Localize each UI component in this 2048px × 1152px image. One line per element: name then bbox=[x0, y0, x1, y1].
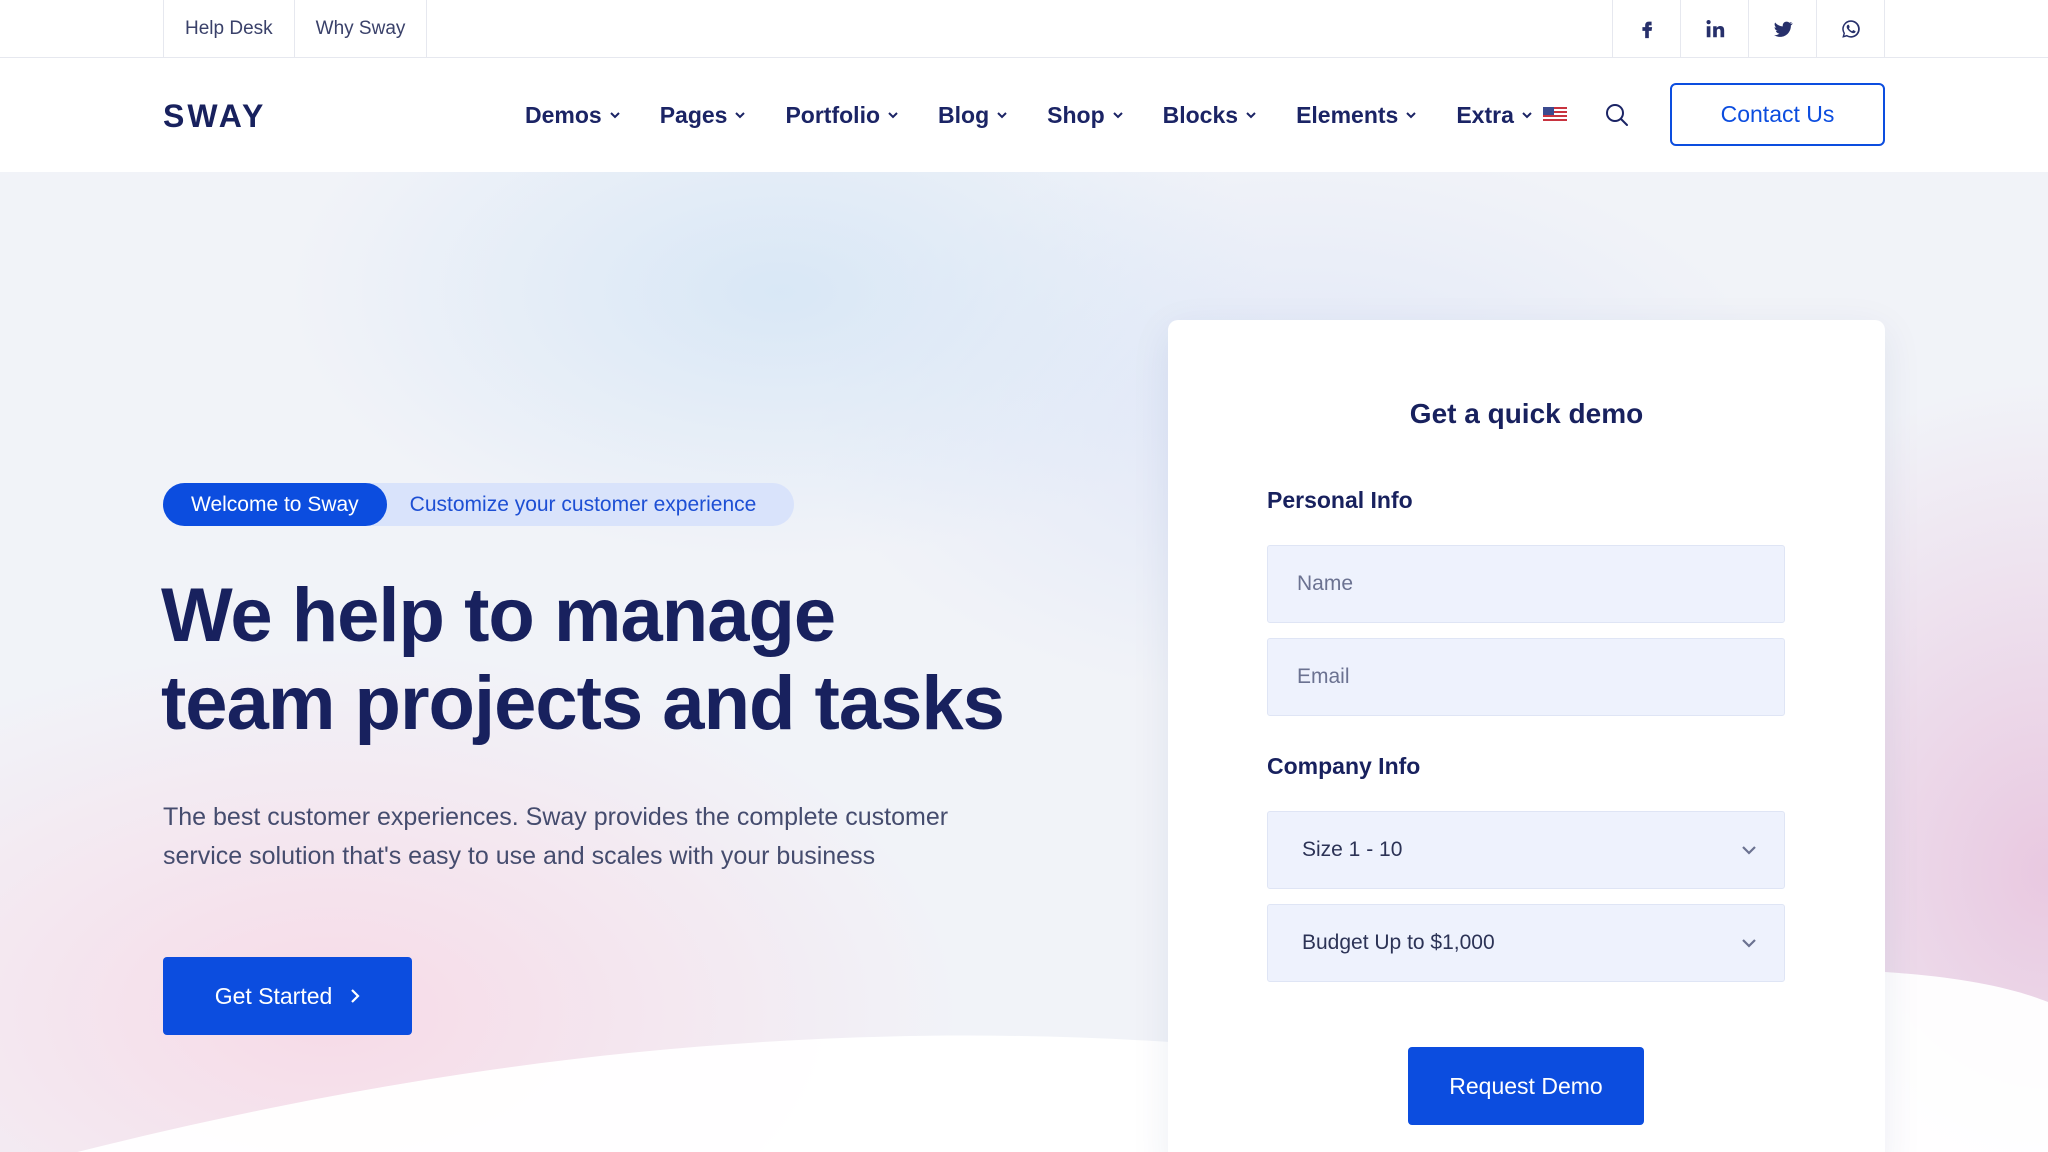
help-desk-link[interactable]: Help Desk bbox=[164, 0, 295, 57]
facebook-icon[interactable] bbox=[1613, 0, 1681, 57]
search-icon[interactable] bbox=[1604, 102, 1630, 128]
chevron-down-icon bbox=[1246, 112, 1256, 119]
chevron-down-icon bbox=[1742, 846, 1756, 855]
topbar-links: Help Desk Why Sway bbox=[163, 0, 428, 57]
us-flag-icon[interactable] bbox=[1543, 107, 1567, 123]
chevron-down-icon bbox=[609, 112, 620, 119]
chevron-down-icon bbox=[1112, 112, 1123, 119]
get-started-button[interactable]: Get Started bbox=[163, 957, 412, 1035]
nav-label: Shop bbox=[1047, 101, 1105, 128]
request-demo-button[interactable]: Request Demo bbox=[1408, 1047, 1644, 1125]
chevron-right-icon bbox=[351, 989, 360, 1003]
site-logo[interactable]: SWAY bbox=[163, 98, 266, 135]
quick-demo-card: Get a quick demo Personal Info Company I… bbox=[1168, 320, 1885, 1152]
nav-item-pages[interactable]: Pages bbox=[660, 102, 747, 129]
twitter-icon[interactable] bbox=[1749, 0, 1817, 57]
nav-label: Elements bbox=[1296, 101, 1399, 128]
nav-label: Blog bbox=[938, 101, 990, 128]
chevron-down-icon bbox=[1522, 112, 1532, 119]
welcome-badge: Welcome to Sway bbox=[163, 483, 387, 526]
hero-title: We help to manage team projects and task… bbox=[161, 572, 1061, 748]
nav-item-portfolio[interactable]: Portfolio bbox=[785, 102, 899, 129]
welcome-pill: Welcome to Sway Customize your customer … bbox=[163, 483, 794, 526]
chevron-down-icon bbox=[997, 112, 1007, 119]
main-header: SWAY Demos Pages Portfolio Blog Shop Blo… bbox=[0, 58, 2048, 172]
nav-label: Blocks bbox=[1162, 101, 1239, 128]
linkedin-icon[interactable] bbox=[1681, 0, 1749, 57]
nav-item-demos[interactable]: Demos bbox=[525, 102, 621, 129]
hero-section: Welcome to Sway Customize your customer … bbox=[0, 172, 2048, 1152]
nav-label: Extra bbox=[1456, 101, 1514, 128]
whatsapp-icon[interactable] bbox=[1817, 0, 1885, 57]
chevron-down-icon bbox=[1742, 939, 1756, 948]
hero-title-line1: We help to manage bbox=[161, 573, 836, 658]
nav-label: Portfolio bbox=[785, 101, 881, 128]
nav-item-shop[interactable]: Shop bbox=[1047, 102, 1124, 129]
nav-item-blocks[interactable]: Blocks bbox=[1163, 102, 1257, 129]
name-field[interactable] bbox=[1267, 545, 1785, 623]
social-links bbox=[1612, 0, 1885, 57]
nav-label: Pages bbox=[659, 101, 728, 128]
chevron-down-icon bbox=[1406, 112, 1417, 119]
company-size-value: Size 1 - 10 bbox=[1302, 838, 1403, 861]
main-nav: Demos Pages Portfolio Blog Shop Blocks E… bbox=[525, 58, 1572, 172]
budget-value: Budget Up to $1,000 bbox=[1302, 931, 1495, 954]
email-field[interactable] bbox=[1267, 638, 1785, 716]
nav-item-elements[interactable]: Elements bbox=[1296, 102, 1417, 129]
personal-info-label: Personal Info bbox=[1267, 487, 1413, 513]
budget-select[interactable]: Budget Up to $1,000 bbox=[1267, 904, 1785, 982]
welcome-tagline: Customize your customer experience bbox=[409, 492, 757, 516]
card-title: Get a quick demo bbox=[1409, 398, 1644, 429]
chevron-down-icon bbox=[888, 112, 898, 119]
hero-description: The best customer experiences. Sway prov… bbox=[163, 803, 949, 870]
company-info-label: Company Info bbox=[1267, 753, 1421, 779]
hero-title-line2: team projects and tasks bbox=[161, 661, 1005, 746]
get-started-label: Get Started bbox=[214, 982, 333, 1009]
nav-label: Demos bbox=[525, 101, 602, 128]
nav-item-extra[interactable]: Extra bbox=[1456, 102, 1533, 129]
nav-item-blog[interactable]: Blog bbox=[938, 102, 1008, 129]
company-size-select[interactable]: Size 1 - 10 bbox=[1267, 811, 1785, 889]
chevron-down-icon bbox=[735, 112, 746, 119]
top-utility-bar: Help Desk Why Sway bbox=[0, 0, 2048, 58]
contact-us-button[interactable]: Contact Us bbox=[1670, 83, 1885, 146]
why-sway-link[interactable]: Why Sway bbox=[295, 0, 428, 57]
